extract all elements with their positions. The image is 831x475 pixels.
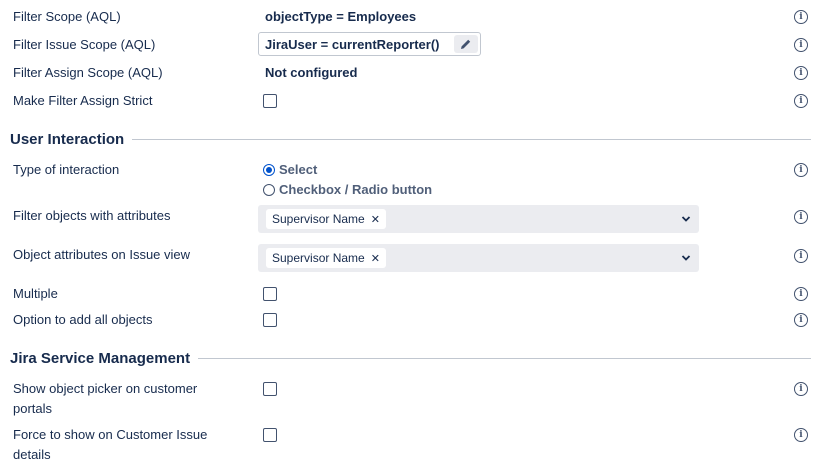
info-icon[interactable]: i <box>794 382 808 396</box>
radio-select-label[interactable]: Select <box>279 160 317 180</box>
show-picker-label-line1: Show object picker on customer <box>13 381 198 396</box>
chevron-down-icon[interactable] <box>681 214 691 224</box>
info-icon[interactable]: i <box>794 38 808 52</box>
show-picker-label-line2: portals <box>13 401 53 416</box>
info-icon[interactable]: i <box>794 287 808 301</box>
filter-assign-scope-value: Not configured <box>265 65 358 80</box>
filter-scope-label: Filter Scope (AQL) <box>13 9 121 24</box>
radio-checkbox-radio[interactable] <box>263 184 275 196</box>
radio-checkbox-radio-label[interactable]: Checkbox / Radio button <box>279 180 432 200</box>
info-icon[interactable]: i <box>794 163 808 177</box>
object-attributes-select[interactable]: Supervisor Name ✕ <box>258 244 699 272</box>
filter-objects-select[interactable]: Supervisor Name ✕ <box>258 205 699 233</box>
multiple-label: Multiple <box>13 286 58 301</box>
selected-tag: Supervisor Name ✕ <box>266 209 386 229</box>
filter-issue-scope-label: Filter Issue Scope (AQL) <box>13 37 156 52</box>
force-show-label-line2: details <box>13 447 51 462</box>
filter-assign-scope-label: Filter Assign Scope (AQL) <box>13 65 163 80</box>
remove-tag-icon[interactable]: ✕ <box>371 252 380 265</box>
tag-label: Supervisor Name <box>272 251 365 265</box>
force-show-checkbox[interactable] <box>263 428 277 442</box>
info-icon[interactable]: i <box>794 66 808 80</box>
make-filter-assign-strict-label: Make Filter Assign Strict <box>13 93 153 108</box>
show-picker-checkbox[interactable] <box>263 382 277 396</box>
section-divider <box>130 139 811 140</box>
info-icon[interactable]: i <box>794 210 808 224</box>
remove-tag-icon[interactable]: ✕ <box>371 213 380 226</box>
type-of-interaction-label: Type of interaction <box>13 162 120 177</box>
pencil-icon <box>461 39 471 49</box>
info-icon[interactable]: i <box>794 313 808 327</box>
filter-issue-scope-field[interactable]: JiraUser = currentReporter() <box>258 32 481 56</box>
object-attributes-label: Object attributes on Issue view <box>13 247 191 262</box>
edit-button[interactable] <box>454 35 478 53</box>
filter-scope-value: objectType = Employees <box>265 9 417 24</box>
tag-label: Supervisor Name <box>272 212 365 226</box>
add-all-objects-label: Option to add all objects <box>13 312 153 327</box>
filter-objects-label: Filter objects with attributes <box>13 208 171 223</box>
section-divider <box>198 358 811 359</box>
info-icon[interactable]: i <box>794 249 808 263</box>
selected-tag: Supervisor Name ✕ <box>266 248 386 268</box>
info-icon[interactable]: i <box>794 94 808 108</box>
add-all-objects-checkbox[interactable] <box>263 313 277 327</box>
multiple-checkbox[interactable] <box>263 287 277 301</box>
jsm-heading: Jira Service Management <box>10 349 199 369</box>
user-interaction-heading: User Interaction <box>10 130 133 150</box>
radio-select[interactable] <box>263 164 275 176</box>
info-icon[interactable]: i <box>794 428 808 442</box>
chevron-down-icon[interactable] <box>681 253 691 263</box>
filter-issue-scope-value: JiraUser = currentReporter() <box>265 37 440 52</box>
force-show-label-line1: Force to show on Customer Issue <box>13 427 208 442</box>
info-icon[interactable]: i <box>794 10 808 24</box>
make-filter-assign-strict-checkbox[interactable] <box>263 94 277 108</box>
